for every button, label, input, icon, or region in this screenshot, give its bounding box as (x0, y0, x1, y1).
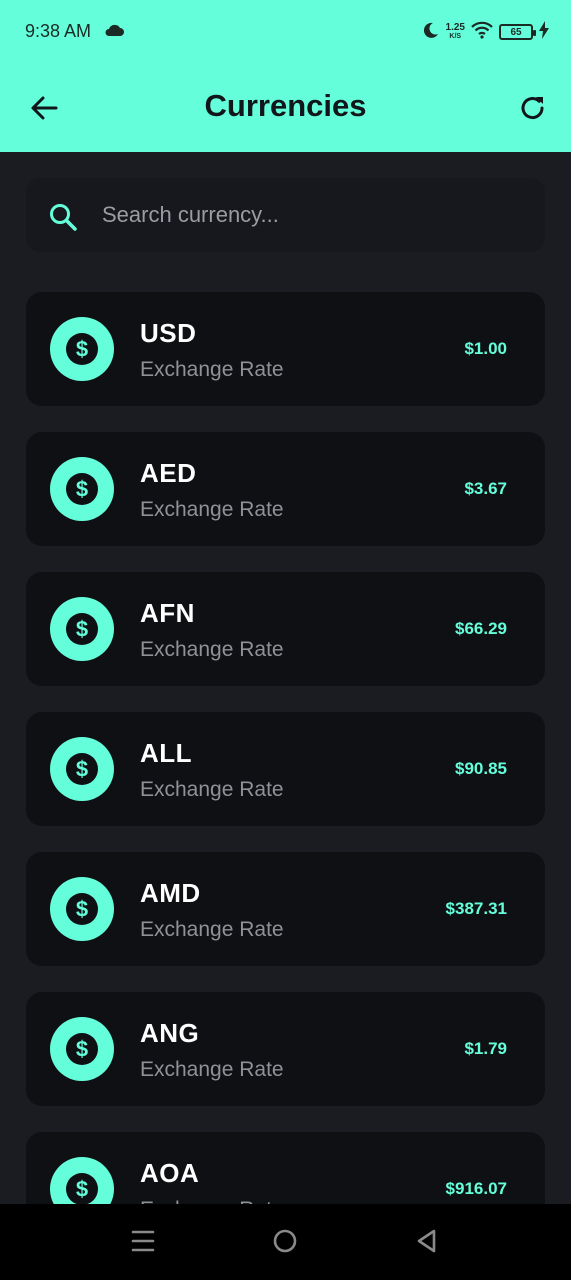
currency-subtitle: Exchange Rate (140, 358, 284, 381)
currency-card[interactable]: $ AFN Exchange Rate $66.29 (26, 572, 545, 686)
currency-subtitle: Exchange Rate (140, 1058, 284, 1081)
back-triangle-icon[interactable] (414, 1228, 438, 1259)
currency-rate: $387.31 (445, 899, 507, 918)
dollar-icon: $ (50, 457, 114, 521)
search-input[interactable] (100, 192, 524, 238)
currency-subtitle: Exchange Rate (140, 918, 284, 941)
charging-bolt-icon (539, 20, 549, 44)
currency-card[interactable]: $ ANG Exchange Rate $1.79 (26, 992, 545, 1106)
dollar-icon: $ (50, 737, 114, 801)
status-bar: 9:38 AM 1.25 K/S 65 (0, 0, 571, 64)
svg-text:$: $ (76, 477, 88, 502)
moon-icon (422, 21, 440, 44)
dollar-icon: $ (50, 597, 114, 661)
wifi-icon (471, 21, 493, 44)
currency-code: AMD (140, 878, 201, 908)
currency-rate: $3.67 (464, 479, 507, 498)
status-icons: 1.25 K/S 65 (422, 18, 549, 46)
search-bar[interactable] (26, 178, 545, 252)
menu-icon[interactable] (131, 1228, 155, 1259)
svg-text:$: $ (76, 337, 88, 362)
currency-subtitle: Exchange Rate (140, 778, 284, 801)
currency-card[interactable]: $ ALL Exchange Rate $90.85 (26, 712, 545, 826)
system-nav-bar (0, 1204, 571, 1280)
search-icon (48, 202, 78, 237)
currencies-screen: 9:38 AM 1.25 K/S 65 Currencies Search cu… (0, 0, 571, 1280)
cloud-icon (104, 24, 124, 42)
currency-rate: $90.85 (455, 759, 507, 778)
currency-rate: $916.07 (445, 1179, 507, 1198)
currency-list: $ USD Exchange Rate $1.00 $ AED Exchange… (26, 292, 545, 1272)
speed-unit: K/S (449, 33, 462, 40)
speed-value: 1.25 (445, 22, 465, 33)
battery-icon: 65 (499, 24, 536, 40)
dollar-icon: $ (50, 877, 114, 941)
currency-code: AED (140, 458, 197, 488)
currency-card[interactable]: $ AED Exchange Rate $3.67 (26, 432, 545, 546)
refresh-icon[interactable] (519, 94, 547, 127)
svg-text:$: $ (76, 897, 88, 922)
battery-level: 65 (510, 26, 522, 38)
currency-code: ANG (140, 1018, 200, 1048)
svg-text:$: $ (76, 757, 88, 782)
currency-subtitle: Exchange Rate (140, 638, 284, 661)
currency-subtitle: Exchange Rate (140, 498, 284, 521)
dollar-icon: $ (50, 1017, 114, 1081)
home-circle-icon[interactable] (272, 1228, 298, 1259)
svg-text:$: $ (76, 617, 88, 642)
currency-rate: $66.29 (455, 619, 507, 638)
dollar-icon: $ (50, 317, 114, 381)
header-area: 9:38 AM 1.25 K/S 65 Currencies (0, 0, 571, 152)
currency-card[interactable]: $ USD Exchange Rate $1.00 (26, 292, 545, 406)
network-speed: 1.25 K/S (446, 23, 465, 41)
currency-code: ALL (140, 738, 193, 768)
currency-code: AOA (140, 1158, 200, 1188)
currency-rate: $1.00 (464, 339, 507, 358)
currency-code: USD (140, 318, 197, 348)
app-bar: Currencies (0, 64, 571, 152)
currency-rate: $1.79 (464, 1039, 507, 1058)
currency-card[interactable]: $ AMD Exchange Rate $387.31 (26, 852, 545, 966)
currency-code: AFN (140, 598, 195, 628)
status-time: 9:38 AM (25, 21, 92, 41)
svg-text:$: $ (76, 1037, 88, 1062)
svg-text:$: $ (76, 1177, 88, 1202)
page-title: Currencies (204, 88, 367, 123)
